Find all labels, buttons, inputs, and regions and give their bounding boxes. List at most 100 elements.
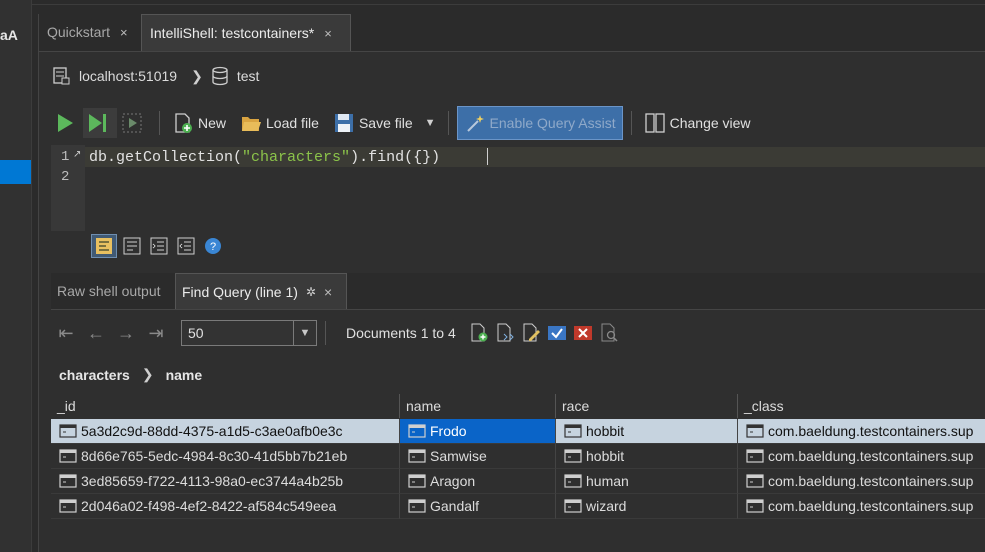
edit-document-button[interactable]: [518, 322, 544, 344]
save-file-button[interactable]: Save file: [329, 108, 417, 138]
run-line-button[interactable]: [83, 108, 117, 138]
previous-page-icon[interactable]: ←: [81, 323, 111, 344]
chevron-down-icon: ▼: [293, 321, 316, 345]
view-document-icon: [497, 323, 514, 342]
table-cell[interactable]: wizard: [556, 494, 738, 519]
indent-icon: [150, 237, 168, 255]
view-document-button[interactable]: [492, 322, 518, 344]
divider: [630, 111, 632, 135]
cell-value: human: [586, 473, 629, 489]
table-cell[interactable]: hobbit: [556, 419, 738, 444]
outdent-button[interactable]: [174, 235, 198, 257]
run-selection-button[interactable]: [117, 108, 151, 138]
column-header[interactable]: _class: [738, 394, 985, 418]
edit-document-icon: [523, 323, 540, 342]
save-options-dropdown[interactable]: ▼: [421, 108, 440, 138]
string-type-icon: [408, 474, 430, 488]
cell-value: wizard: [586, 498, 627, 514]
code-editor[interactable]: 1 2 ↗ db.getCollection("characters").fin…: [51, 145, 985, 231]
path-field[interactable]: name: [166, 367, 203, 383]
documents-range: Documents 1 to 4: [346, 325, 456, 341]
table-row[interactable]: 2d046a02-f498-4ef2-8422-af584c549eea Gand…: [51, 494, 985, 519]
tab-intellishell[interactable]: IntelliShell: testcontainers* ×: [141, 14, 351, 51]
tab-label: Find Query (line 1): [182, 283, 298, 300]
table-cell[interactable]: Frodo: [400, 419, 556, 444]
table-cell[interactable]: 2d046a02-f498-4ef2-8422-af584c549eea: [51, 494, 400, 519]
breadcrumb-host[interactable]: localhost:51019: [79, 68, 177, 84]
table-cell[interactable]: com.baeldung.testcontainers.sup: [738, 444, 985, 469]
string-type-icon: [59, 424, 81, 438]
search-document-button[interactable]: [596, 322, 622, 344]
cell-value: com.baeldung.testcontainers.sup: [768, 448, 974, 464]
play-icon: [58, 114, 73, 132]
path-collection[interactable]: characters: [59, 367, 130, 383]
delete-document-button[interactable]: [570, 322, 596, 344]
table-cell[interactable]: 5a3d2c9d-88dd-4375-a1d5-c3ae0afb0e3c: [51, 419, 400, 444]
table-cell[interactable]: Samwise: [400, 444, 556, 469]
page-size-value: 50: [188, 325, 204, 341]
enable-query-assist-label: Enable Query Assist: [489, 115, 616, 131]
column-header[interactable]: race: [556, 394, 738, 418]
string-type-icon: [408, 424, 430, 438]
comment-button[interactable]: [120, 235, 144, 257]
cell-value: 3ed85659-f722-4113-98a0-ec3744a4b25b: [81, 473, 344, 489]
validate-button[interactable]: [544, 322, 570, 344]
table-row[interactable]: 5a3d2c9d-88dd-4375-a1d5-c3ae0afb0e3c Frod…: [51, 419, 985, 444]
string-type-icon: [746, 449, 768, 463]
tab-quickstart[interactable]: Quickstart ×: [39, 14, 139, 50]
page-size-select[interactable]: 50 ▼: [181, 320, 317, 346]
string-type-icon: [564, 449, 586, 463]
text-cursor: [487, 148, 488, 165]
tab-find-query[interactable]: Find Query (line 1) ✲ ×: [175, 273, 347, 309]
breadcrumb-database[interactable]: test: [237, 68, 260, 84]
new-button[interactable]: New: [168, 108, 230, 138]
close-icon[interactable]: ×: [324, 26, 332, 41]
first-page-icon[interactable]: ⇤: [51, 323, 81, 344]
change-view-label: Change view: [669, 115, 751, 131]
tab-raw-shell-output[interactable]: Raw shell output: [51, 273, 173, 309]
load-file-label: Load file: [266, 115, 319, 131]
column-header[interactable]: name: [400, 394, 556, 418]
pin-icon: ↗: [73, 149, 82, 160]
chevron-right-icon: ❯: [191, 67, 203, 84]
sidebar-selected-item[interactable]: [0, 160, 31, 184]
cell-value: 8d66e765-5edc-4984-8c30-41d5bb7b21eb: [81, 448, 348, 464]
add-document-icon: [471, 323, 488, 342]
last-page-icon[interactable]: ⇥: [141, 323, 171, 344]
column-header[interactable]: _id: [51, 394, 400, 418]
table-cell[interactable]: human: [556, 469, 738, 494]
line-number: 1: [61, 149, 70, 165]
match-case-label[interactable]: aA: [0, 27, 18, 43]
checkmark-icon: [547, 326, 566, 340]
enable-query-assist-button[interactable]: Enable Query Assist: [456, 106, 623, 140]
load-file-button[interactable]: Load file: [236, 108, 323, 138]
cell-value: com.baeldung.testcontainers.sup: [768, 498, 974, 514]
table-cell[interactable]: com.baeldung.testcontainers.sup: [738, 419, 985, 444]
format-icon: [96, 238, 112, 254]
close-icon[interactable]: ×: [120, 25, 128, 40]
indent-button[interactable]: [147, 235, 171, 257]
table-cell[interactable]: com.baeldung.testcontainers.sup: [738, 469, 985, 494]
table-row[interactable]: 3ed85659-f722-4113-98a0-ec3744a4b25b Arag…: [51, 469, 985, 494]
delete-icon: [573, 326, 592, 340]
pin-icon[interactable]: ✲: [306, 285, 316, 299]
table-cell[interactable]: Gandalf: [400, 494, 556, 519]
format-button[interactable]: [91, 234, 117, 258]
run-selection-icon: [122, 113, 142, 133]
table-cell[interactable]: com.baeldung.testcontainers.sup: [738, 494, 985, 519]
next-page-icon[interactable]: →: [111, 323, 141, 344]
table-cell[interactable]: Aragon: [400, 469, 556, 494]
help-button[interactable]: ?: [201, 235, 225, 257]
table-cell[interactable]: 3ed85659-f722-4113-98a0-ec3744a4b25b: [51, 469, 400, 494]
cell-value: 5a3d2c9d-88dd-4375-a1d5-c3ae0afb0e3c: [81, 423, 343, 439]
add-document-button[interactable]: [466, 322, 492, 344]
close-icon[interactable]: ×: [324, 284, 332, 300]
intellishell-panel: Quickstart × IntelliShell: testcontainer…: [38, 14, 985, 552]
table-cell[interactable]: hobbit: [556, 444, 738, 469]
table-cell[interactable]: 8d66e765-5edc-4984-8c30-41d5bb7b21eb: [51, 444, 400, 469]
change-view-button[interactable]: Change view: [640, 108, 755, 138]
run-button[interactable]: [51, 108, 83, 138]
new-file-icon: [175, 113, 192, 133]
table-row[interactable]: 8d66e765-5edc-4984-8c30-41d5bb7b21eb Samw…: [51, 444, 985, 469]
string-type-icon: [564, 474, 586, 488]
